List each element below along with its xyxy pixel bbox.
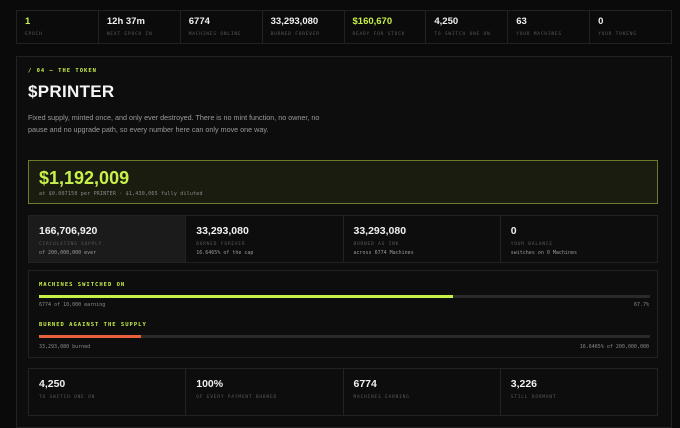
stat-value: 12h 37m [106, 16, 145, 27]
stat-label: CIRCULATING SUPPLY [39, 242, 103, 247]
stat-next-epoch: 12h 37m NEXT EPOCH IN [99, 11, 181, 43]
stat-value: 33,293,080 [270, 16, 319, 27]
stat-label: MACHINES EARNING [353, 395, 410, 400]
page-title: $PRINTER [28, 82, 115, 101]
stat-value: 0 [598, 16, 604, 27]
stat-payment-burned: 100% OF EVERY PAYMENT BURNED [186, 369, 344, 415]
stat-label: BURNED FOREVER [270, 32, 320, 37]
section-eyebrow: / 04 — THE TOKEN [28, 68, 97, 74]
stat-label: BURNED AS INK [353, 242, 400, 247]
stat-switch-one-on: 4,250 TO SWITCH ONE ON [426, 11, 509, 43]
stat-value: 166,706,920 [39, 225, 98, 237]
stat-sub: 16.6465% of the cap [196, 250, 254, 256]
stat-label: YOUR TOKENS [598, 32, 637, 37]
stat-label: NEXT EPOCH IN [106, 32, 153, 37]
stat-label: YOUR MACHINES [516, 32, 562, 37]
stat-value: 33,293,080 [196, 225, 249, 237]
machines-bar-caption: 6774 of 10,000 earning [39, 302, 106, 308]
stat-value: 100% [196, 378, 224, 390]
burn-progress-fill [39, 335, 141, 338]
machines-bar-label: MACHINES SWITCHED ON [39, 282, 126, 288]
burn-bar-caption: 33,293,080 burned [39, 344, 91, 350]
stat-value: $160,670 [352, 16, 393, 27]
stat-still-dormant: 3,226 STILL DORMANT [501, 369, 657, 415]
stat-machines-earning: 6774 MACHINES EARNING [344, 369, 501, 415]
stat-label: YOUR BALANCE [510, 242, 553, 247]
stat-switch-one-on-card: 4,250 TO SWITCH ONE ON [29, 369, 187, 415]
burn-bar-label: BURNED AGAINST THE SUPPLY [39, 322, 147, 328]
burn-progress-track [39, 335, 650, 338]
supply-stats-row: 166,706,920 CIRCULATING SUPPLY of 200,00… [28, 215, 658, 263]
token-panel: / 04 — THE TOKEN $PRINTER Fixed supply, … [16, 56, 672, 428]
stat-burned-as-ink: 33,293,080 BURNED AS INK across 6774 Mac… [344, 216, 501, 262]
stat-circulating-supply: 166,706,920 CIRCULATING SUPPLY of 200,00… [29, 216, 187, 262]
stat-value: 1 [25, 16, 31, 27]
stat-sub: switches on 0 Machines [510, 250, 577, 256]
stat-label: TO SWITCH ONE ON [39, 395, 96, 400]
stat-label: READY FOR STOCK [352, 32, 406, 37]
machines-progress-track [39, 295, 650, 298]
stat-machines-online: 6774 MACHINES ONLINE [181, 11, 263, 43]
stat-label: OF EVERY PAYMENT BURNED [196, 395, 277, 400]
stat-epoch: 1 EPOCH [17, 11, 99, 43]
stat-label: STILL DORMANT [510, 395, 557, 400]
stat-value: 3,226 [510, 378, 538, 390]
stat-value: 0 [510, 225, 517, 237]
price-subtext: at $0.007150 per PRINTER · $1,430,065 fu… [39, 191, 203, 197]
bottom-stats-row: 4,250 TO SWITCH ONE ON 100% OF EVERY PAY… [28, 368, 658, 416]
stat-burned-forever: 33,293,080 BURNED FOREVER [263, 11, 345, 43]
token-description: Fixed supply, minted once, and only ever… [28, 113, 320, 134]
stat-sub: across 6774 Machines [353, 250, 414, 256]
stat-label: MACHINES ONLINE [188, 32, 242, 37]
stat-value: 33,293,080 [353, 225, 407, 237]
stat-ready-for-stock: $160,670 READY FOR STOCK [345, 11, 427, 43]
market-cap-value: $1,192,009 [39, 168, 130, 188]
stat-your-machines: 63 YOUR MACHINES [508, 11, 591, 43]
stat-label: EPOCH [25, 32, 43, 37]
machines-bar-percent: 67.7% [633, 302, 649, 308]
stat-value: 6774 [353, 378, 377, 390]
stat-label: TO SWITCH ONE ON [434, 32, 491, 37]
stat-value: 4,250 [434, 16, 459, 27]
machines-progress-fill [39, 295, 453, 298]
stat-label: BURNED FOREVER [196, 242, 246, 247]
burn-bar-percent: 16.6465% of 200,000,000 [579, 344, 649, 350]
stat-your-tokens: 0 YOUR TOKENS [590, 11, 671, 43]
stat-your-balance: 0 YOUR BALANCE switches on 0 Machines [501, 216, 657, 262]
stat-burned-forever-card: 33,293,080 BURNED FOREVER 16.6465% of th… [186, 216, 344, 262]
top-stats-bar: 1 EPOCH 12h 37m NEXT EPOCH IN 6774 MACHI… [16, 10, 672, 44]
stat-value: 4,250 [39, 378, 66, 390]
progress-panel: MACHINES SWITCHED ON 6774 of 10,000 earn… [28, 270, 658, 358]
stat-value: 6774 [188, 16, 210, 27]
stat-value: 63 [516, 16, 527, 27]
stat-sub: of 200,000,000 ever [39, 250, 97, 256]
price-box: $1,192,009 at $0.007150 per PRINTER · $1… [28, 160, 658, 204]
